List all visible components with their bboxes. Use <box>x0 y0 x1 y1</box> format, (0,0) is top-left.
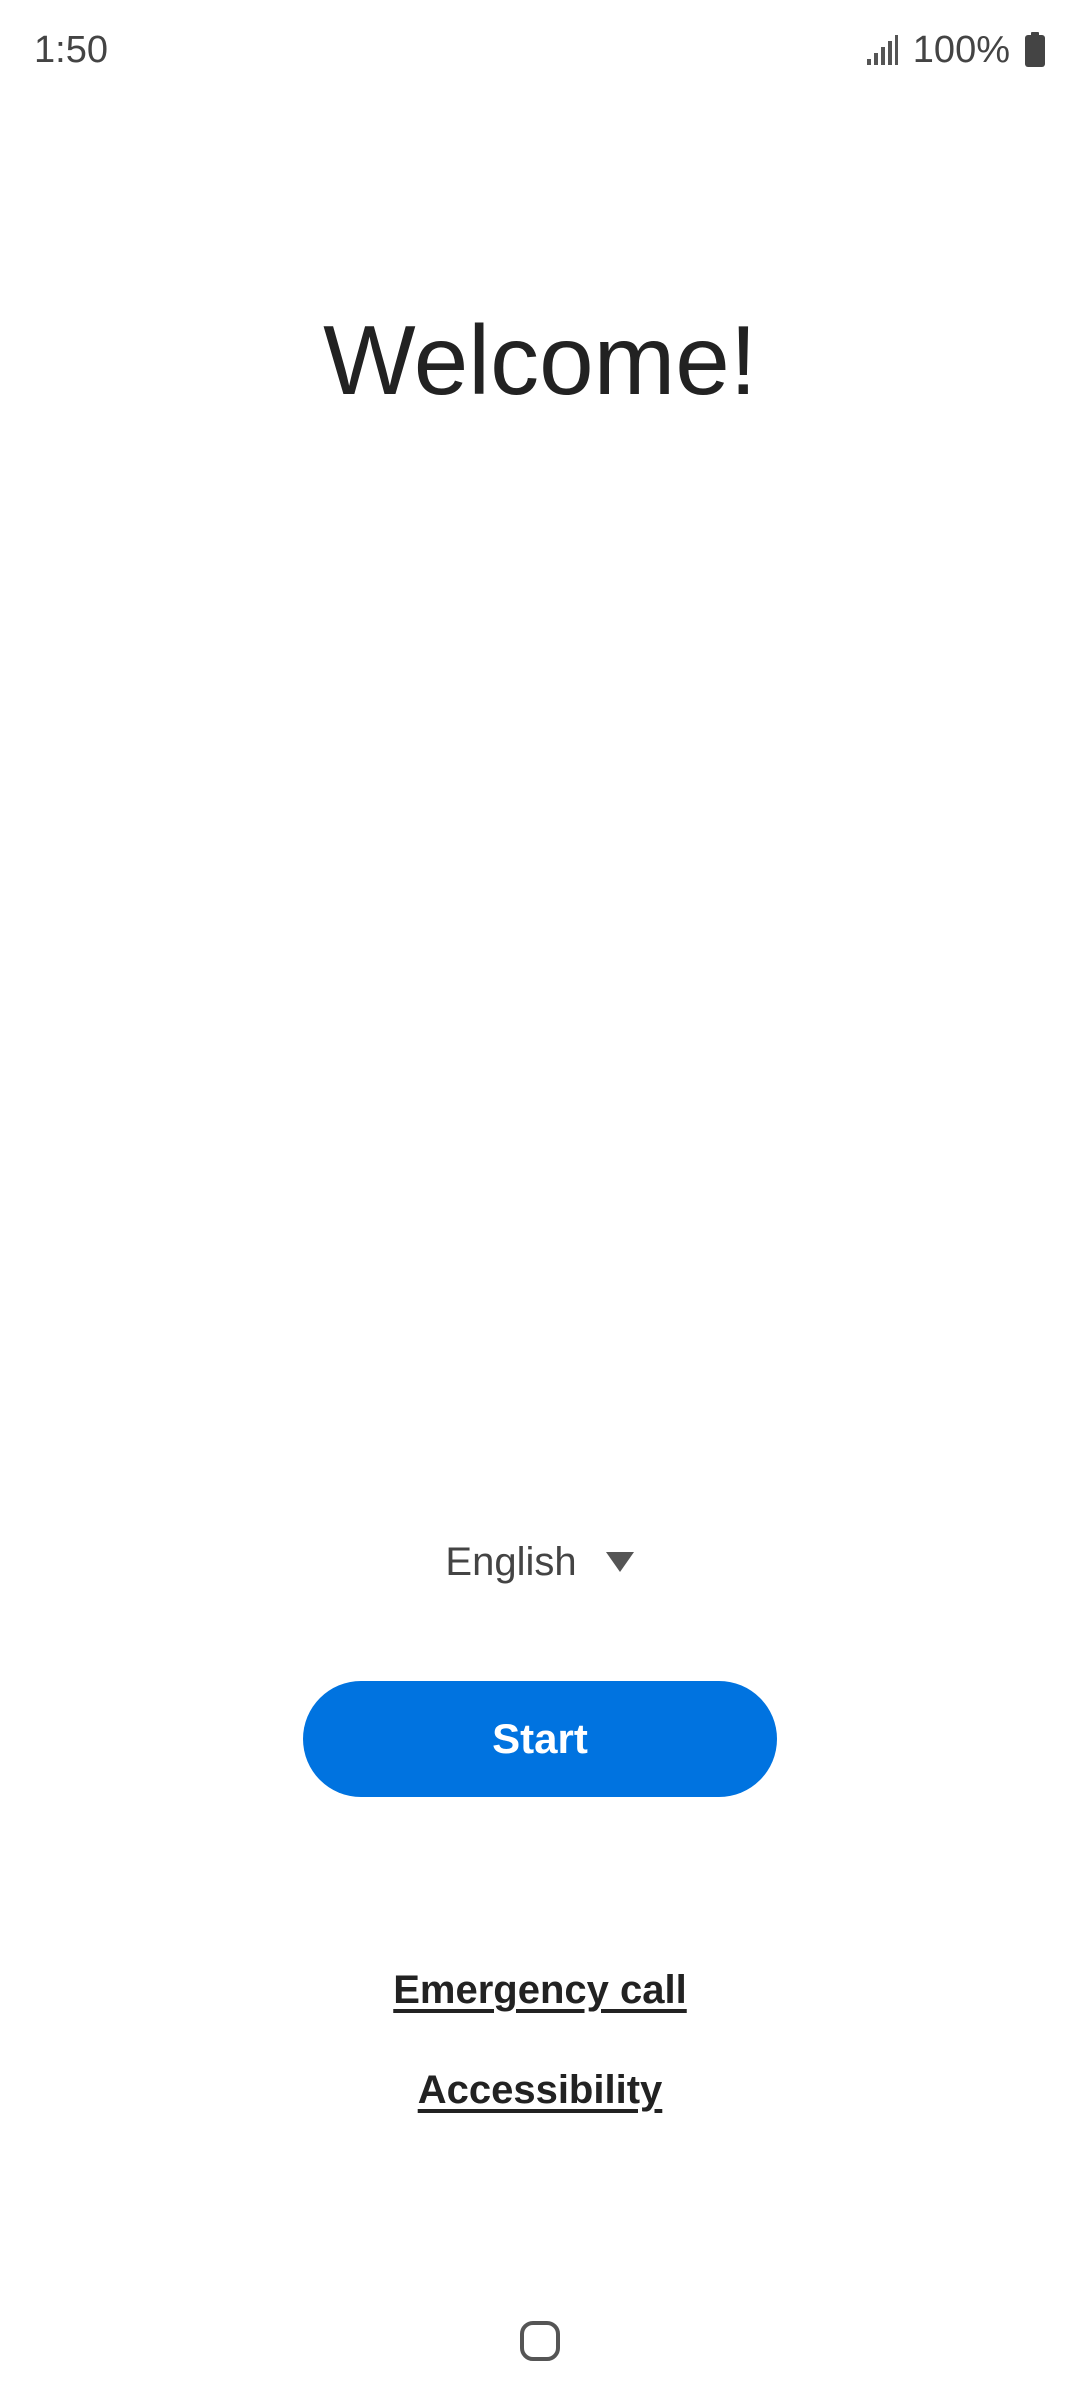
accessibility-link[interactable]: Accessibility <box>418 2068 663 2112</box>
status-bar: 1:50 100% <box>0 0 1080 100</box>
battery-icon <box>1025 32 1045 67</box>
battery-percent: 100% <box>912 29 1010 71</box>
welcome-screen: 1:50 100% Welcome! English Start Emergen… <box>0 0 1080 2400</box>
signal-icon <box>866 35 898 65</box>
accessibility-row: Accessibility <box>0 2062 1080 2118</box>
language-label: English <box>445 1540 577 1584</box>
start-button[interactable]: Start <box>303 1681 777 1797</box>
emergency-call-row: Emergency call <box>0 1962 1080 2018</box>
status-time: 1:50 <box>34 29 108 71</box>
language-dropdown[interactable]: English <box>0 1534 1080 1590</box>
home-icon[interactable] <box>519 2320 561 2362</box>
caret-down-icon <box>605 1552 634 1572</box>
status-indicators: 100% <box>865 26 1046 74</box>
page-title: Welcome! <box>323 305 757 415</box>
navigation-bar <box>0 2290 1080 2400</box>
emergency-call-link[interactable]: Emergency call <box>393 1968 687 2012</box>
